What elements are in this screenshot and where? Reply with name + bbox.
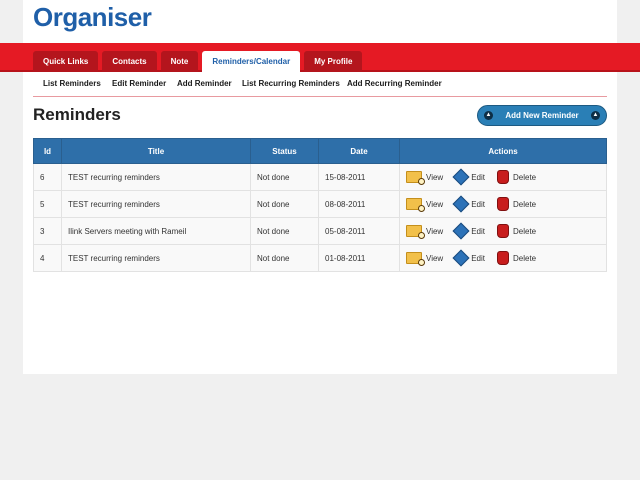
subnav-add-recurring-reminder[interactable]: Add Recurring Reminder — [347, 72, 442, 96]
add-new-reminder-button[interactable]: ▲ Add New Reminder ▲ — [477, 105, 607, 126]
divider — [33, 96, 607, 97]
tab-note[interactable]: Note — [160, 51, 199, 72]
hand-delete-icon — [497, 197, 509, 211]
cell-title: Ilink Servers meeting with Rameil — [61, 217, 251, 245]
delete-link[interactable]: Delete — [497, 224, 536, 238]
cell-status: Not done — [250, 190, 319, 218]
col-header-actions: Actions — [399, 138, 607, 164]
delete-link[interactable]: Delete — [497, 197, 536, 211]
hand-delete-icon — [497, 224, 509, 238]
edit-link[interactable]: Edit — [452, 249, 485, 267]
add-new-reminder-label: Add New Reminder — [505, 111, 579, 120]
sub-navigation: List Reminders Edit Reminder Add Reminde… — [23, 72, 617, 96]
edit-link[interactable]: Edit — [452, 195, 485, 213]
cell-status: Not done — [250, 163, 319, 191]
subnav-list-recurring-reminders[interactable]: List Recurring Reminders — [242, 72, 340, 96]
delete-link[interactable]: Delete — [497, 251, 536, 265]
delete-link[interactable]: Delete — [497, 170, 536, 184]
table-row: 5 TEST recurring reminders Not done 08-0… — [33, 190, 607, 218]
table-row: 3 Ilink Servers meeting with Rameil Not … — [33, 217, 607, 245]
hand-delete-icon — [497, 170, 509, 184]
cell-status: Not done — [250, 244, 319, 272]
folder-view-icon — [406, 198, 425, 212]
pencil-edit-icon — [452, 222, 470, 240]
cell-actions: View Edit Delete — [399, 190, 607, 218]
tab-quick-links[interactable]: Quick Links — [33, 51, 99, 72]
table-row: 4 TEST recurring reminders Not done 01-0… — [33, 244, 607, 272]
col-header-id: Id — [33, 138, 62, 164]
reminders-table: Id Title Status Date Actions 6 TEST recu… — [33, 138, 607, 272]
view-link[interactable]: View — [406, 171, 443, 185]
view-link[interactable]: View — [406, 225, 443, 239]
table-row: 6 TEST recurring reminders Not done 15-0… — [33, 163, 607, 191]
page-title: Reminders — [33, 105, 121, 124]
cell-actions: View Edit Delete — [399, 163, 607, 191]
cell-title: TEST recurring reminders — [61, 244, 251, 272]
pencil-edit-icon — [452, 195, 470, 213]
edit-link[interactable]: Edit — [452, 222, 485, 240]
cell-status: Not done — [250, 217, 319, 245]
subnav-edit-reminder[interactable]: Edit Reminder — [112, 72, 166, 96]
pencil-edit-icon — [452, 168, 470, 186]
cell-id: 6 — [33, 163, 62, 191]
hand-delete-icon — [497, 251, 509, 265]
view-link[interactable]: View — [406, 198, 443, 212]
tab-contacts[interactable]: Contacts — [102, 51, 157, 72]
edit-link[interactable]: Edit — [452, 168, 485, 186]
subnav-add-reminder[interactable]: Add Reminder — [177, 72, 232, 96]
cell-date: 01-08-2011 — [318, 244, 400, 272]
col-header-status: Status — [250, 138, 319, 164]
cell-title: TEST recurring reminders — [61, 190, 251, 218]
cell-id: 4 — [33, 244, 62, 272]
tab-my-profile[interactable]: My Profile — [304, 51, 363, 72]
tab-reminders-calendar[interactable]: Reminders/Calendar — [202, 51, 301, 72]
folder-view-icon — [406, 225, 425, 239]
cell-id: 5 — [33, 190, 62, 218]
view-link[interactable]: View — [406, 252, 443, 266]
folder-view-icon — [406, 171, 425, 185]
subnav-list-reminders[interactable]: List Reminders — [43, 72, 101, 96]
cell-date: 08-08-2011 — [318, 190, 400, 218]
app-logo[interactable]: Organiser — [33, 2, 152, 33]
cell-actions: View Edit Delete — [399, 244, 607, 272]
cell-actions: View Edit Delete — [399, 217, 607, 245]
col-header-date: Date — [318, 138, 400, 164]
cell-date: 05-08-2011 — [318, 217, 400, 245]
cell-title: TEST recurring reminders — [61, 163, 251, 191]
main-tabs: Quick Links Contacts Note Reminders/Cale… — [33, 51, 366, 72]
pencil-edit-icon — [452, 249, 470, 267]
arrow-up-icon: ▲ — [591, 111, 600, 120]
cell-id: 3 — [33, 217, 62, 245]
col-header-title: Title — [61, 138, 251, 164]
folder-view-icon — [406, 252, 425, 266]
cell-date: 15-08-2011 — [318, 163, 400, 191]
table-header-row: Id Title Status Date Actions — [33, 138, 607, 164]
